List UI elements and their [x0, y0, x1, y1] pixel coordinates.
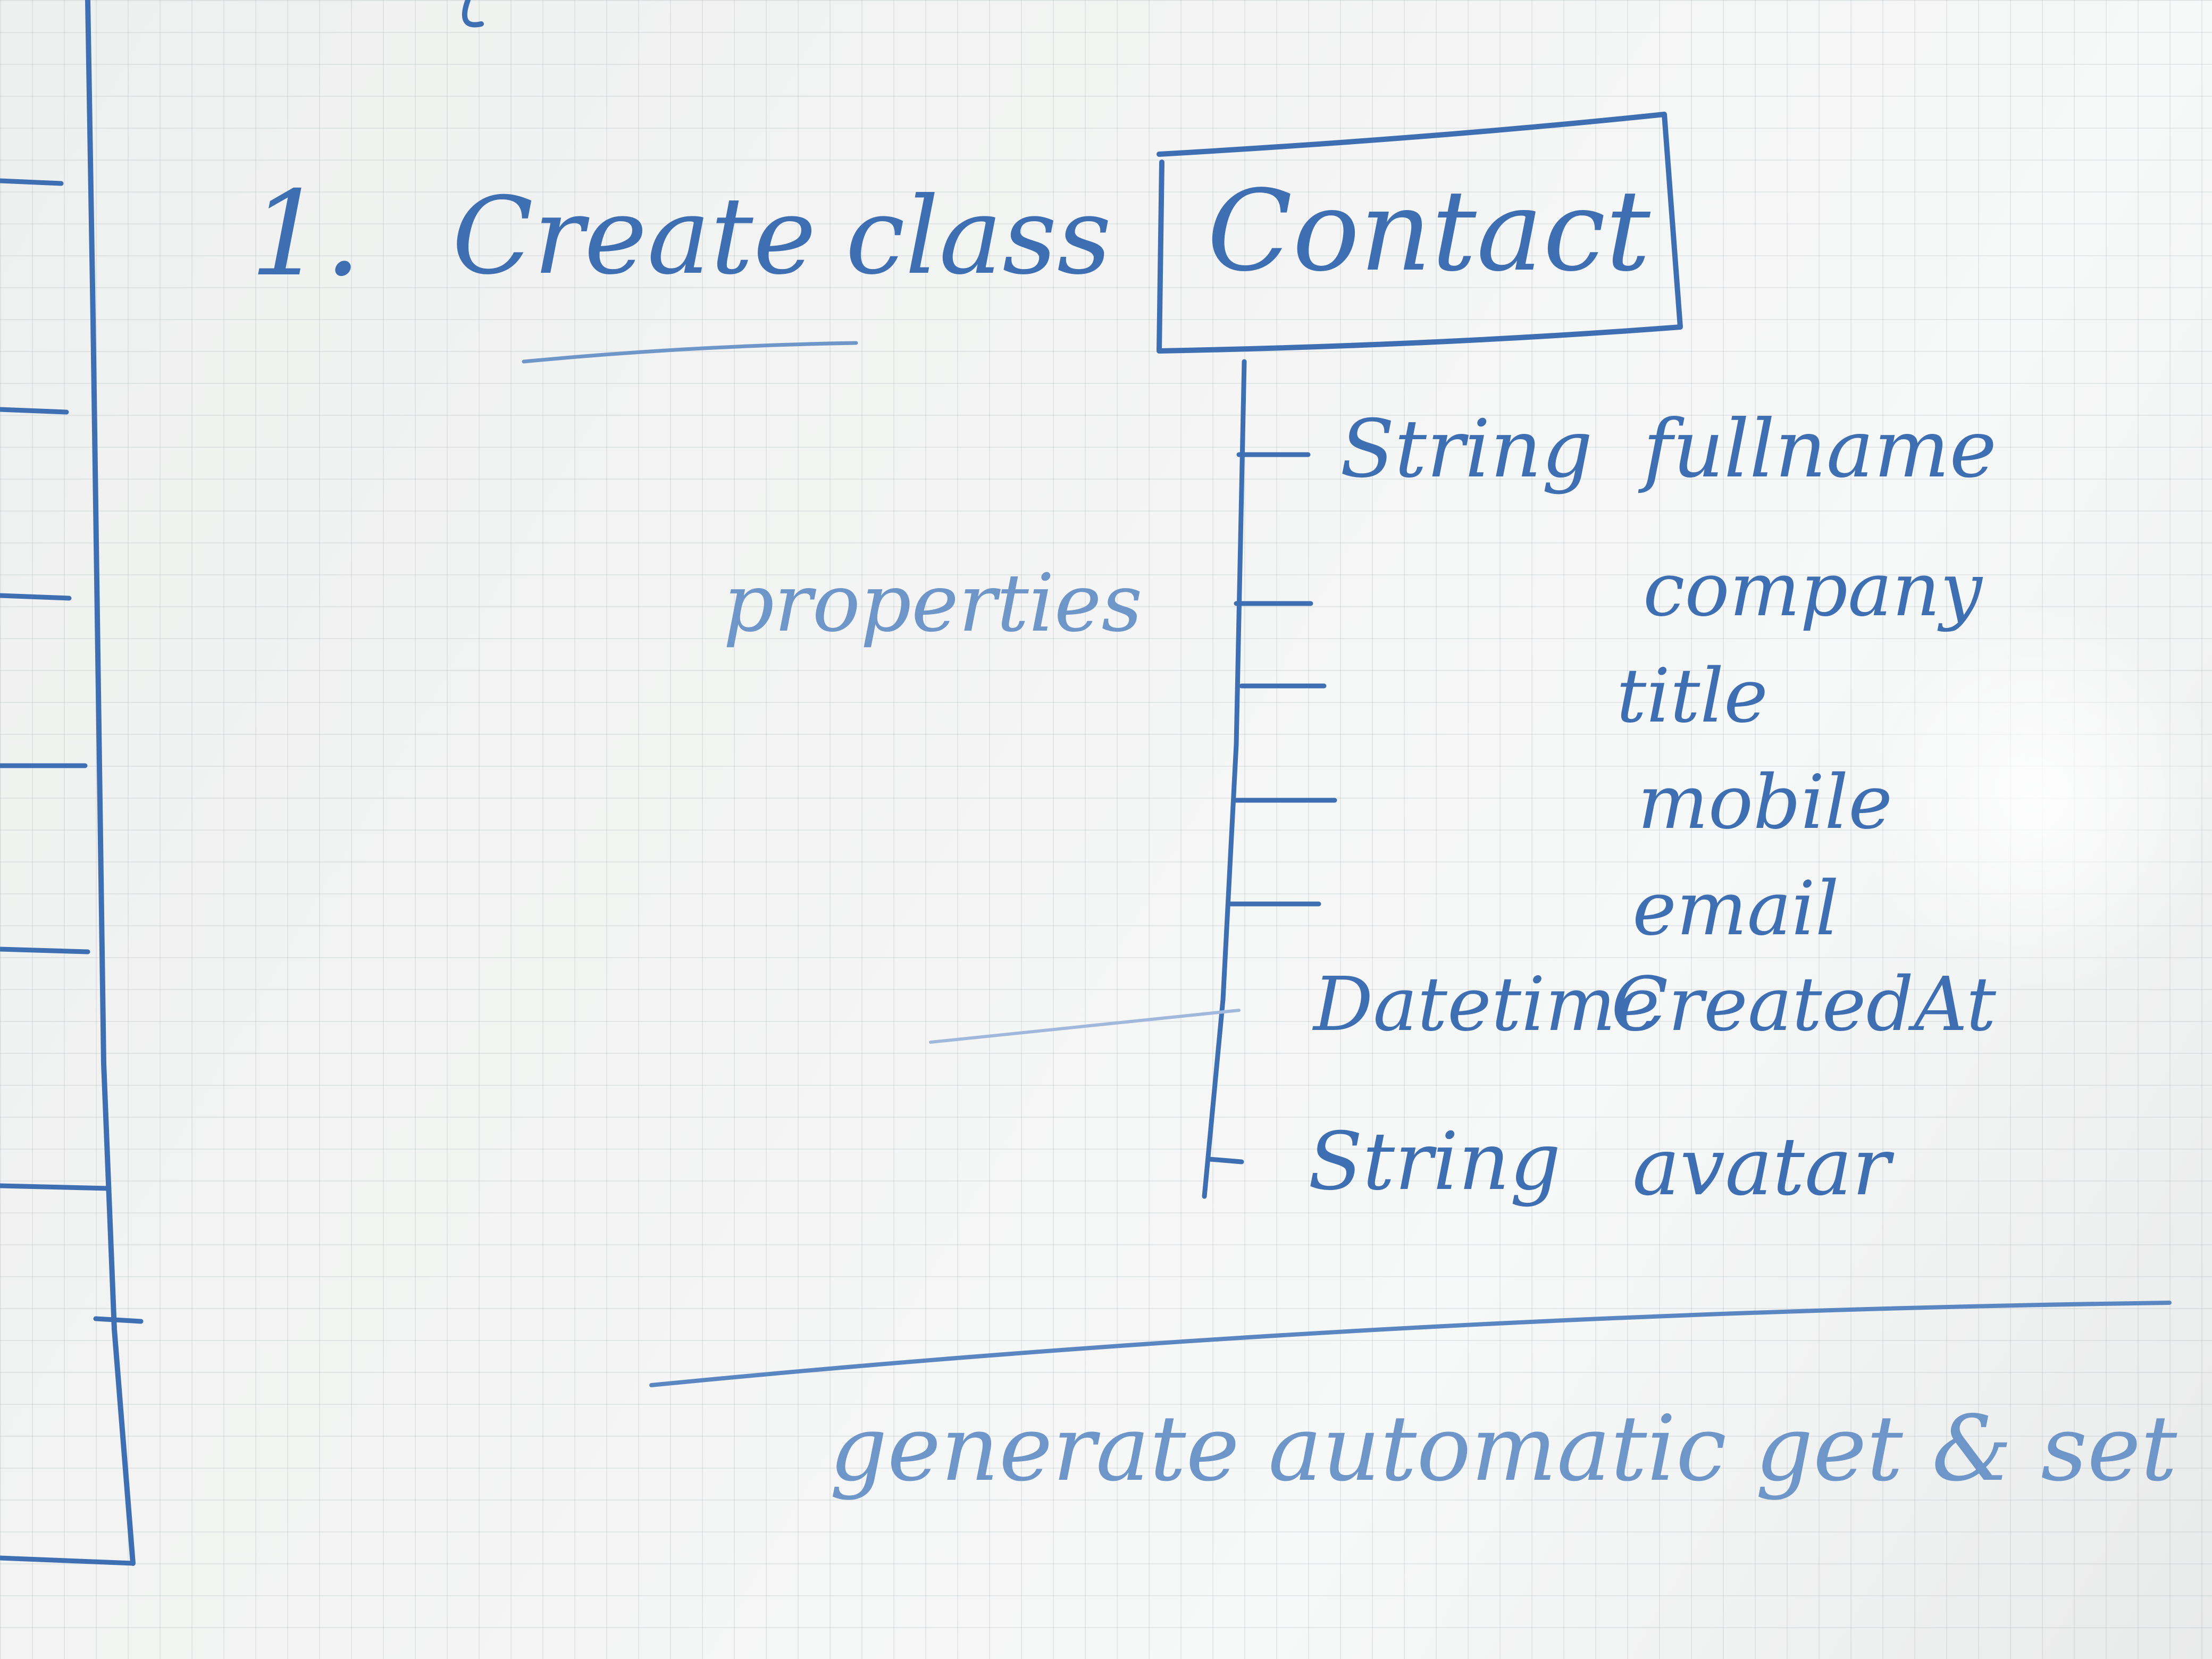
property-name: fullname — [1643, 403, 1997, 496]
property-name: title — [1616, 653, 1768, 740]
heading-class: class — [845, 174, 1112, 298]
properties-label: properties — [723, 557, 1143, 650]
create-underline — [522, 341, 858, 364]
margin-tick — [0, 178, 64, 186]
property-name: CreatedAt — [1611, 961, 1996, 1048]
margin-tick — [0, 1183, 112, 1191]
margin-tick — [93, 1316, 144, 1324]
margin-line — [85, 0, 136, 1566]
faint-stroke — [929, 1009, 1241, 1044]
footer-note: generate automatic get & set — [830, 1396, 2177, 1502]
margin-tick — [0, 946, 90, 954]
property-name: avatar — [1632, 1121, 1891, 1213]
separator-line — [649, 1301, 2172, 1387]
property-tree-trunk — [1202, 359, 1247, 1199]
property-name: email — [1632, 866, 1839, 952]
property-name: mobile — [1638, 759, 1893, 846]
step-number: 1. — [250, 166, 362, 302]
margin-tick — [0, 593, 72, 601]
property-type: String — [1308, 1116, 1561, 1208]
heading-create: Create — [452, 174, 816, 298]
property-type: String — [1340, 403, 1593, 496]
margin-tick — [0, 1555, 136, 1566]
class-name: Contact — [1207, 166, 1650, 296]
top-hook — [462, 0, 484, 28]
margin-tick — [0, 407, 69, 415]
property-type: Datetime — [1313, 961, 1660, 1048]
property-branch — [1207, 1157, 1244, 1164]
property-name: company — [1643, 547, 1982, 633]
